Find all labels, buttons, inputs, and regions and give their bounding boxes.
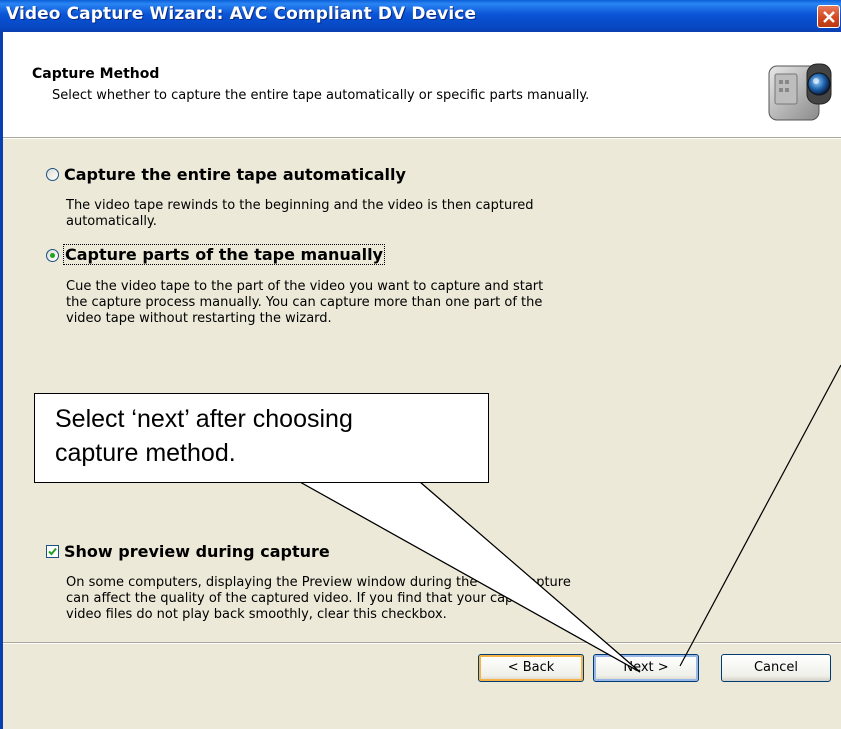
callout-pointer-lines bbox=[298, 364, 841, 673]
callout-line: Select ‘next’ after choosing bbox=[55, 405, 353, 433]
callout-line: capture method. bbox=[55, 439, 236, 467]
callout-text: Select ‘next’ after choosing capture met… bbox=[55, 402, 475, 470]
annotation-callout: Select ‘next’ after choosing capture met… bbox=[34, 393, 489, 483]
